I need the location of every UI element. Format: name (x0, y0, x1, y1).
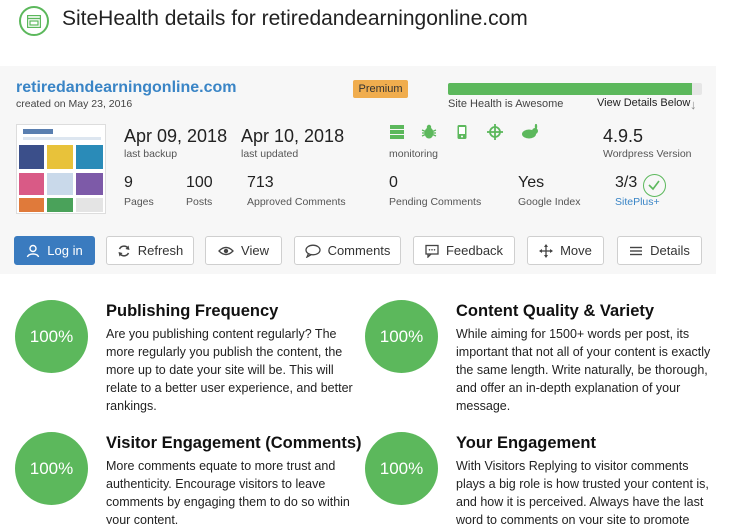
details-button-label: Details (650, 243, 690, 258)
content-quality-score: 100% (365, 300, 438, 373)
comments-button[interactable]: Comments (294, 236, 401, 265)
login-button[interactable]: Log in (14, 236, 95, 265)
wordpress-version-value: 4.9.5 (603, 126, 644, 146)
pages-value: 9 (124, 174, 133, 191)
site-health-bar-fill (448, 83, 692, 95)
visitor-engagement-title: Visitor Engagement (Comments) (106, 434, 362, 452)
view-button-label: View (241, 243, 269, 258)
your-engagement-title: Your Engagement (456, 434, 596, 452)
siteplus-link[interactable]: SitePlus+ (615, 196, 660, 208)
posts-label: Posts (186, 196, 213, 208)
your-engagement-score: 100% (365, 432, 438, 505)
pending-comments-value: 0 (389, 174, 398, 191)
mobile-icon[interactable] (454, 124, 470, 140)
login-button-label: Log in (47, 243, 83, 258)
comment-icon (304, 244, 321, 258)
move-button-label: Move (560, 243, 592, 258)
move-icon (539, 243, 554, 258)
check-icon (643, 174, 666, 197)
eye-icon (218, 244, 234, 258)
arrow-down-icon: ↓ (690, 97, 697, 112)
rabbit-icon[interactable] (521, 123, 538, 140)
approved-comments-label: Approved Comments (247, 196, 346, 208)
feedback-icon (425, 244, 439, 259)
browser-window-icon (19, 6, 49, 36)
server-icon[interactable] (389, 124, 405, 140)
refresh-icon (117, 244, 131, 258)
pages-label: Pages (124, 196, 154, 208)
content-quality-title: Content Quality & Variety (456, 302, 655, 320)
page-title: SiteHealth details for retiredandearning… (62, 7, 528, 30)
content-quality-text: While aiming for 1500+ words per post, i… (456, 327, 711, 413)
feedback-button-label: Feedback (445, 243, 504, 258)
publishing-frequency-score: 100% (15, 300, 88, 373)
refresh-button[interactable]: Refresh (106, 236, 194, 265)
last-backup-label: last backup (124, 148, 178, 160)
last-updated-label: last updated (241, 148, 299, 160)
created-date: created on May 23, 2016 (16, 98, 133, 110)
view-details-link[interactable]: View Details Below (597, 97, 690, 109)
user-icon (26, 244, 40, 258)
crosshair-icon[interactable] (487, 124, 503, 140)
pending-comments-label: Pending Comments (389, 196, 482, 208)
visitor-engagement-text: More comments equate to more trust and a… (106, 459, 350, 524)
feedback-button[interactable]: Feedback (413, 236, 515, 265)
comments-button-label: Comments (327, 243, 391, 258)
visitor-engagement-score: 100% (15, 432, 88, 505)
move-button[interactable]: Move (527, 236, 604, 265)
premium-badge: Premium (353, 80, 408, 98)
last-updated-value: Apr 10, 2018 (241, 126, 345, 146)
monitoring-label: monitoring (389, 148, 439, 160)
publishing-frequency-text: Are you publishing content regularly? Th… (106, 327, 353, 413)
posts-value: 100 (186, 174, 213, 191)
last-backup-value: Apr 09, 2018 (124, 126, 228, 146)
site-thumbnail[interactable] (16, 124, 106, 214)
view-button[interactable]: View (205, 236, 282, 265)
approved-comments-value: 713 (247, 174, 274, 191)
site-name-link[interactable]: retiredandearningonline.com (16, 79, 236, 97)
details-button[interactable]: Details (617, 236, 702, 265)
site-health-bar (448, 83, 702, 95)
site-health-label: Site Health is Awesome (448, 98, 564, 110)
publishing-frequency-title: Publishing Frequency (106, 302, 279, 320)
google-index-label: Google Index (518, 196, 581, 208)
wordpress-version-label: Wordpress Version (603, 148, 692, 160)
siteplus-value: 3/3 (615, 174, 638, 191)
header: SiteHealth details for retiredandearning… (0, 0, 741, 42)
your-engagement-text: With Visitors Replying to visitor commen… (456, 459, 709, 524)
bug-icon[interactable] (421, 124, 437, 140)
refresh-button-label: Refresh (137, 243, 184, 258)
google-index-value: Yes (518, 174, 545, 191)
list-icon (629, 244, 643, 258)
